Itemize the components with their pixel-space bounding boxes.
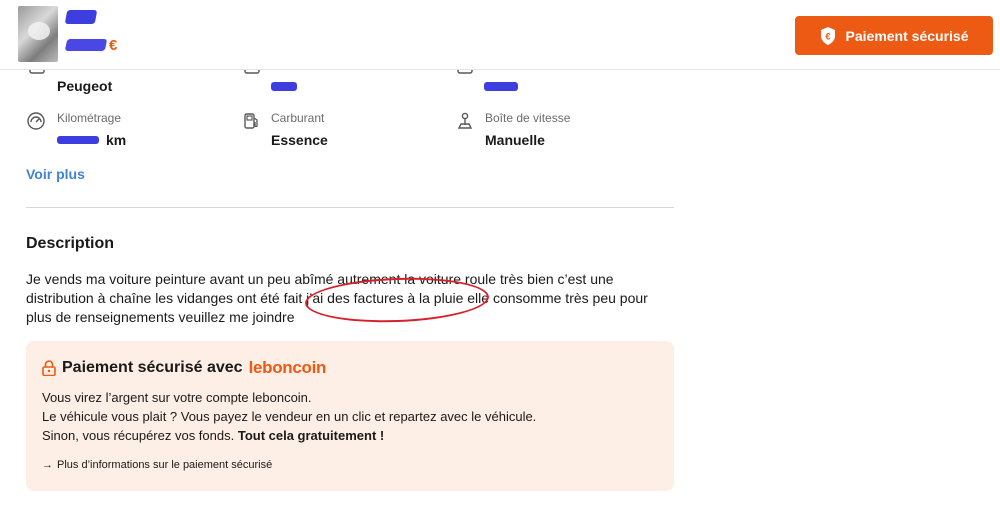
secure-payment-more-info-label: Plus d’informations sur le paiement sécu… xyxy=(57,459,273,471)
secure-payment-heading: Paiement sécurisé avec leboncoin xyxy=(42,358,326,378)
speedometer-icon xyxy=(27,112,45,130)
section-divider xyxy=(26,207,674,208)
secure-payment-line: Vous virez l’argent sur votre compte leb… xyxy=(42,390,312,405)
description-text: Je vends ma voiture peinture avant un pe… xyxy=(26,270,676,327)
description-line: Je vends ma voiture peinture avant un pe… xyxy=(26,271,614,287)
fuel-pump-icon xyxy=(244,113,258,129)
price-currency: € xyxy=(109,36,118,54)
secure-payment-text: Vous virez l’argent sur votre compte leb… xyxy=(42,388,536,445)
description-line: distribution à chaîne les vidanges ont é… xyxy=(26,290,648,306)
redacted-mileage-value xyxy=(57,136,99,144)
secure-payment-free-text: Tout cela gratuitement ! xyxy=(237,428,385,443)
redacted-year-value xyxy=(484,82,518,91)
sticky-header: € € Paiement sécurisé xyxy=(0,0,1000,70)
secure-payment-line: Sinon, vous récupérez vos fonds. Tout ce… xyxy=(42,426,536,445)
secure-payment-line3-start: Sinon, vous récupérez vos fonds. xyxy=(42,428,238,443)
secure-payment-button[interactable]: € Paiement sécurisé xyxy=(795,16,993,55)
lock-icon xyxy=(42,360,56,376)
criteria-mileage-unit: km xyxy=(106,132,127,148)
secure-payment-info-box: Paiement sécurisé avec leboncoin Vous vi… xyxy=(26,341,674,491)
criteria-gearbox-value: Manuelle xyxy=(485,132,545,148)
criteria-fuel-value: Essence xyxy=(271,132,328,148)
description-line: plus de renseignements veuillez me joind… xyxy=(26,309,295,325)
secure-payment-heading-text: Paiement sécurisé avec xyxy=(62,359,243,376)
listing-thumbnail[interactable] xyxy=(18,6,58,62)
leboncoin-logo: leboncoin xyxy=(248,358,327,377)
redacted-model-value xyxy=(271,82,297,91)
gear-shift-icon xyxy=(457,112,473,129)
redacted-title xyxy=(64,10,98,24)
arrow-right-icon: → xyxy=(42,459,53,471)
listing-price: € xyxy=(64,36,118,54)
secure-payment-button-label: Paiement sécurisé xyxy=(845,27,969,44)
secure-payment-more-info-link[interactable]: → Plus d’informations sur le paiement sé… xyxy=(42,459,272,471)
secure-payment-line: Le véhicule vous plait ? Vous payez le v… xyxy=(42,409,537,424)
description-title: Description xyxy=(26,235,115,252)
shield-icon: € xyxy=(820,26,835,45)
see-more-link[interactable]: Voir plus xyxy=(26,166,85,182)
svg-text:€: € xyxy=(825,31,830,41)
criteria-fuel-label: Carburant xyxy=(271,111,325,125)
redacted-price xyxy=(64,39,108,51)
criteria-brand-value: Peugeot xyxy=(57,78,113,94)
criteria-mileage-label: Kilométrage xyxy=(57,111,122,125)
criteria-gearbox-label: Boîte de vitesse xyxy=(485,111,571,125)
